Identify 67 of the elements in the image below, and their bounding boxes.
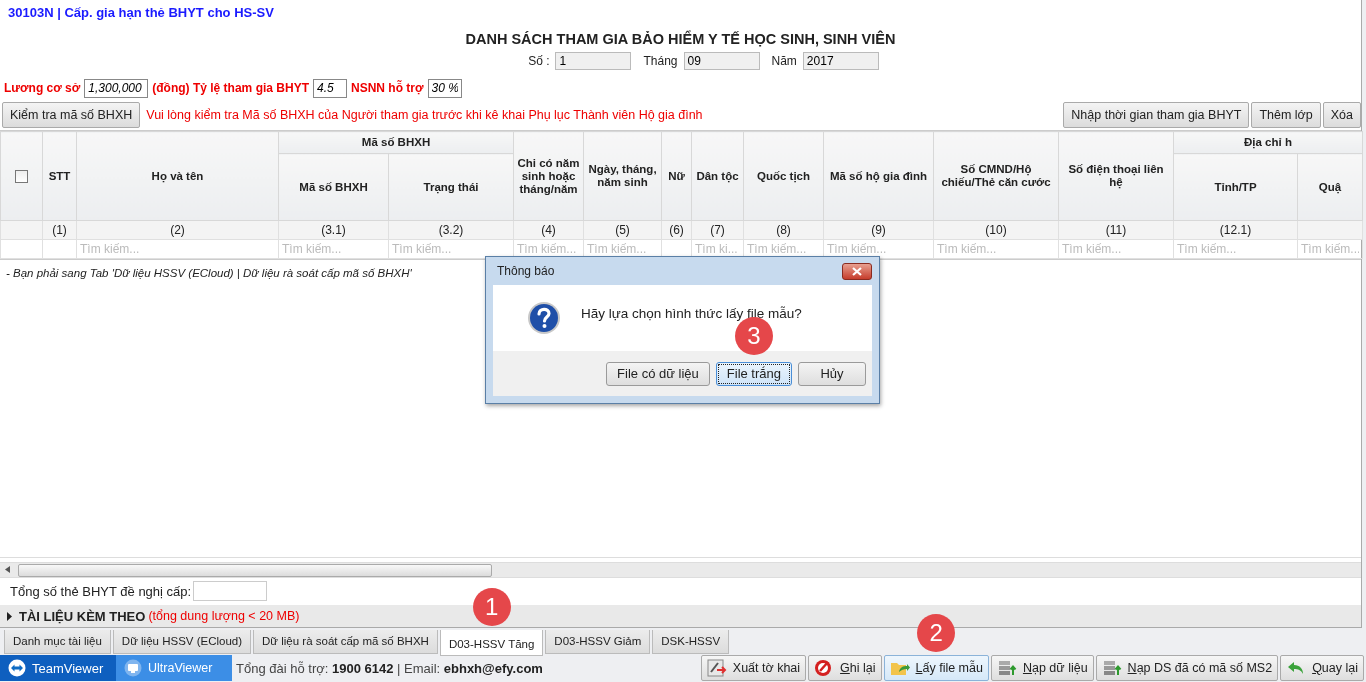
- support-text: Tổng đài hỗ trợ: 1900 6142 | Email: ebhxh@efy.com: [236, 660, 543, 676]
- monitor-icon: [124, 659, 142, 677]
- header-cell: Quốc tịch: [743, 131, 824, 221]
- header-cell: STT: [42, 131, 77, 221]
- header-cell: Trạng thái: [388, 153, 514, 221]
- action-button[interactable]: Ghi lại: [808, 655, 882, 681]
- notice-text: Vui lòng kiểm tra Mã số BHXH của Người tham gia trước khi kê khai Phụ lục Thành viên Hộ gia đình: [146, 108, 703, 122]
- action-button[interactable]: Xuất tờ khai: [700, 655, 807, 681]
- field-label: (đồng) Tỷ lệ tham gia BHYT: [152, 81, 309, 95]
- header-cell: Nữ: [661, 131, 692, 221]
- action-button[interactable]: Nạp DS đã có mã số MS2: [1095, 655, 1279, 681]
- field-label: NSNN hỗ trợ: [350, 81, 424, 95]
- dialog-button[interactable]: File có dữ liệu: [606, 361, 710, 386]
- scroll-left-icon[interactable]: [5, 566, 10, 573]
- toolbar-button[interactable]: Xóa: [1322, 102, 1361, 128]
- step-badge: 2: [917, 614, 956, 652]
- expand-arrow-icon[interactable]: [6, 611, 14, 621]
- field-label: Năm: [771, 54, 797, 68]
- check-code-button[interactable]: Kiểm tra mã số BHXH: [2, 102, 141, 128]
- input-field[interactable]: 4.5: [312, 78, 347, 98]
- tab[interactable]: D03-HSSV Giảm: [545, 630, 651, 654]
- header-cell: Dân tộc: [691, 131, 744, 221]
- scrollbar-thumb[interactable]: [18, 564, 492, 577]
- field-label: Số :: [528, 54, 550, 68]
- horizontal-scrollbar[interactable]: [0, 562, 1361, 578]
- header-cell: Ngày, tháng, năm sinh: [583, 131, 662, 221]
- size-note: (tổng dung lượng < 20 MB): [148, 609, 300, 623]
- input-field[interactable]: 09: [683, 52, 760, 70]
- remote-app-button[interactable]: TeamViewer: [0, 655, 116, 681]
- header-cell: Mã số BHXH: [278, 153, 389, 221]
- field-label: Lương cơ sở: [4, 81, 81, 95]
- select-all-checkbox[interactable]: [15, 169, 28, 183]
- input-field[interactable]: 30 %: [427, 78, 462, 98]
- input-field[interactable]: 1,300,000: [84, 78, 149, 98]
- toolbar-button[interactable]: Thêm lớp: [1251, 102, 1321, 128]
- header-cell: Mã số hộ gia đình: [823, 131, 934, 221]
- input-field[interactable]: [193, 581, 268, 601]
- header-cell: Mã số BHXH: [278, 131, 514, 154]
- list-heading: DANH SÁCH THAM GIA BẢO HIỂM Y TẾ HỌC SINH, SINH VIÊN: [464, 31, 897, 49]
- database-icon: [1101, 659, 1122, 677]
- dialog-title: Thông báo: [497, 264, 555, 278]
- header-cell: Tỉnh/TP: [1173, 153, 1298, 221]
- input-field[interactable]: 1: [555, 52, 632, 70]
- header-cell: Số CMND/Hộ chiếu/Thẻ căn cước: [933, 131, 1059, 221]
- section-title: TÀI LIỆU KÈM THEO: [19, 608, 146, 624]
- toolbar-button[interactable]: Nhập thời gian tham gia BHYT: [1063, 102, 1250, 128]
- database-icon: [996, 659, 1017, 677]
- dialog-button[interactable]: Hủy: [798, 361, 866, 386]
- field-label: Tổng số thẻ BHYT đề nghị cấp:: [10, 583, 192, 599]
- tab[interactable]: Dữ liệu rà soát cấp mã số BHXH: [253, 630, 438, 654]
- message-text: - Bạn phải sang Tab 'Dữ liệu HSSV (ECloud) | Dữ liệu rà soát cấp mã số BHXH': [6, 267, 412, 279]
- input-field[interactable]: 2017: [802, 52, 879, 70]
- header-cell: Số điện thoại liên hệ: [1058, 131, 1174, 221]
- header-cell: Quậ: [1297, 153, 1363, 221]
- header-cell: Địa chỉ h: [1173, 131, 1363, 154]
- tab[interactable]: Dữ liệu HSSV (ECloud): [112, 630, 252, 654]
- close-button[interactable]: [842, 262, 872, 280]
- action-button[interactable]: Quay lại: [1280, 655, 1364, 681]
- form-title: 30103N | Cấp. gia hạn thẻ BHYT cho HS-SV: [7, 4, 275, 22]
- field-label: Tháng: [643, 54, 678, 68]
- header-cell: Họ và tên: [76, 131, 279, 221]
- action-button[interactable]: Nạp dữ liệu: [990, 655, 1094, 681]
- close-icon: [852, 266, 862, 276]
- header-cell: Chi có năm sinh hoặc tháng/năm: [513, 131, 584, 221]
- tab[interactable]: Danh mục tài liệu: [4, 630, 111, 654]
- question-icon: [527, 301, 561, 335]
- tab[interactable]: DSK-HSSV: [652, 630, 730, 654]
